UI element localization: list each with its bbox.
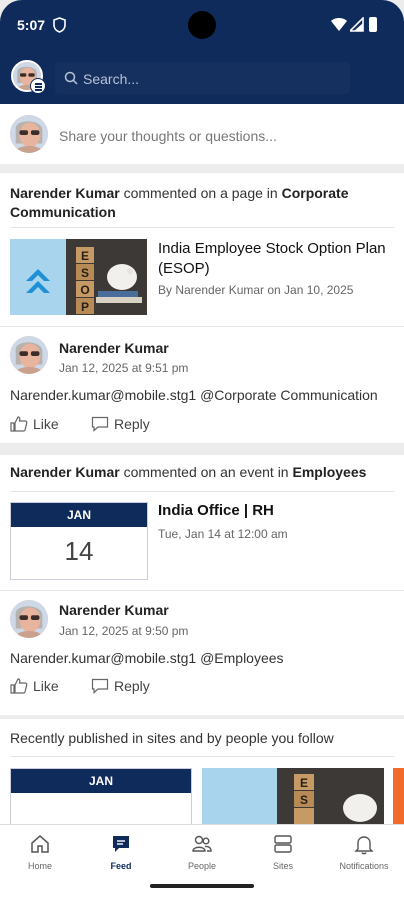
divider [10, 756, 394, 757]
page-thumbnail[interactable]: E S O P [10, 239, 147, 315]
battery-icon [369, 17, 377, 32]
sites-icon [274, 835, 292, 853]
commenter-name[interactable]: Narender Kumar [59, 340, 169, 356]
nav-label: Home [27, 861, 52, 871]
comment-text: Narender.kumar@mobile.stg1 @Corporate Co… [10, 387, 378, 403]
divider [10, 227, 394, 228]
thumbs-up-icon [10, 678, 28, 694]
page-byline: By Narender Kumar on Jan 10, 2025 [158, 283, 354, 297]
svg-text:E: E [300, 776, 308, 790]
feed-item: Narender Kumar commented on a page in Co… [0, 173, 404, 443]
avatar-photo [10, 115, 48, 153]
thumbs-up-icon [10, 416, 28, 432]
svg-text:O: O [80, 283, 89, 297]
comment-time: Jan 12, 2025 at 9:51 pm [59, 361, 189, 375]
speech-bubble-icon [91, 416, 109, 432]
comment-text: Narender.kumar@mobile.stg1 @Employees [10, 650, 284, 666]
activity-action: commented on a page in [123, 185, 278, 201]
event-month: JAN [11, 503, 147, 527]
nav-label: Feed [110, 861, 132, 871]
search-icon [64, 71, 78, 85]
nav-notifications[interactable]: Notifications [324, 831, 404, 875]
nav-feed[interactable]: Feed [81, 831, 161, 875]
avatar-photo [10, 600, 48, 638]
event-date-tile[interactable]: JAN 14 [10, 502, 148, 580]
commenter-avatar[interactable] [10, 600, 48, 638]
reply-label: Reply [114, 416, 150, 432]
section-title: Recently published in sites and by peopl… [10, 730, 334, 746]
svg-text:E: E [81, 249, 89, 263]
event-day: 14 [64, 536, 94, 566]
feed-item: Narender Kumar commented on an event in … [0, 455, 404, 715]
reply-button[interactable]: Reply [91, 416, 161, 434]
avatar-photo [10, 336, 48, 374]
recent-page-card[interactable]: E S [202, 768, 384, 824]
divider [0, 590, 404, 591]
people-icon [192, 835, 212, 852]
top-app-bar: 5:07 Search... [0, 0, 404, 104]
event-time: Tue, Jan 14 at 12:00 am [158, 527, 288, 541]
status-time: 5:07 [17, 17, 46, 33]
svg-text:P: P [81, 300, 89, 314]
home-icon [31, 835, 49, 853]
like-button[interactable]: Like [10, 678, 70, 696]
activity-action: commented on an event in [123, 464, 289, 480]
event-title-link[interactable]: India Office | RH [158, 502, 274, 519]
nav-label: Notifications [339, 861, 389, 871]
svg-text:S: S [300, 793, 308, 807]
recently-published-section: Recently published in sites and by peopl… [0, 719, 404, 824]
wifi-icon [331, 18, 347, 31]
divider [0, 326, 404, 327]
esop-image: E S [202, 768, 384, 824]
recent-event-card[interactable]: JAN [10, 768, 192, 824]
like-label: Like [33, 678, 59, 694]
esop-image: E S O P [10, 239, 147, 315]
status-bar: 5:07 [0, 0, 404, 50]
menu-icon[interactable] [30, 78, 46, 94]
divider [10, 491, 394, 492]
bottom-navigation: Home Feed People Sites Notifications [0, 824, 404, 900]
recent-card-peek[interactable] [393, 768, 404, 824]
gesture-handle [150, 884, 254, 888]
feed-icon [113, 836, 129, 852]
comment-time: Jan 12, 2025 at 9:50 pm [59, 624, 189, 638]
actor-name[interactable]: Narender Kumar [10, 464, 120, 480]
nav-label: People [187, 861, 217, 871]
share-composer[interactable]: Share your thoughts or questions... [0, 104, 404, 164]
bell-icon [354, 836, 374, 855]
nav-label: Sites [272, 861, 293, 871]
nav-sites[interactable]: Sites [243, 831, 323, 875]
speech-bubble-icon [91, 678, 109, 694]
search-bar[interactable]: Search... [55, 62, 350, 94]
reply-button[interactable]: Reply [91, 678, 161, 696]
composer-avatar [10, 115, 48, 153]
page-title-link[interactable]: India Employee Stock Option Plan (ESOP) [158, 239, 398, 279]
nav-people[interactable]: People [162, 831, 242, 875]
event-month: JAN [11, 769, 191, 793]
commenter-name[interactable]: Narender Kumar [59, 602, 169, 618]
signal-icon [350, 17, 364, 32]
composer-placeholder: Share your thoughts or questions... [59, 128, 277, 144]
commenter-avatar[interactable] [10, 336, 48, 374]
activity-headline: Narender Kumar commented on an event in … [10, 463, 370, 482]
nav-home[interactable]: Home [0, 831, 80, 875]
like-label: Like [33, 416, 59, 432]
actor-name[interactable]: Narender Kumar [10, 185, 120, 201]
svg-text:S: S [81, 266, 89, 280]
camera-cutout [188, 11, 216, 39]
reply-label: Reply [114, 678, 150, 694]
activity-target[interactable]: Employees [292, 464, 366, 480]
shield-icon [53, 17, 66, 33]
like-button[interactable]: Like [10, 416, 70, 434]
search-placeholder: Search... [83, 71, 140, 87]
activity-headline: Narender Kumar commented on a page in Co… [10, 184, 370, 222]
